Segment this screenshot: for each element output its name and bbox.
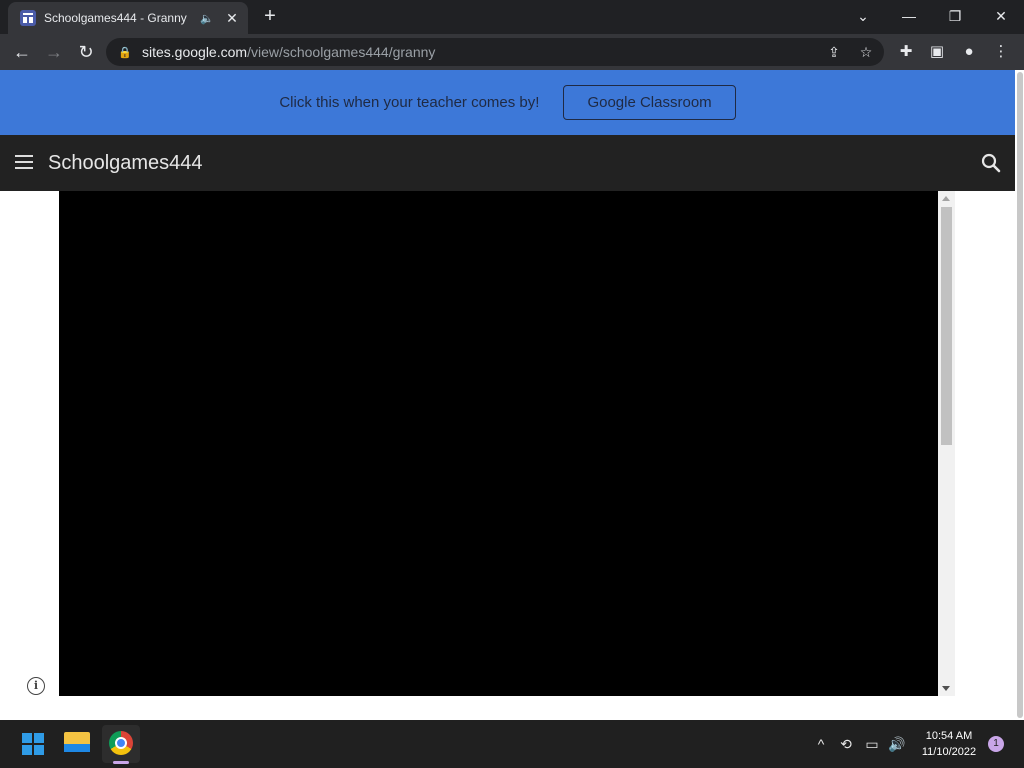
side-panel-icon[interactable]: ▣ <box>926 41 948 63</box>
game-embed[interactable] <box>59 191 938 696</box>
active-app-indicator <box>113 761 129 764</box>
sync-icon[interactable]: ⟲ <box>836 734 856 754</box>
lock-icon[interactable]: 🔒 <box>118 46 132 59</box>
volume-icon[interactable]: 🔊 <box>886 734 908 754</box>
minimize-button[interactable]: — <box>886 0 932 34</box>
chevron-up-icon[interactable]: ^ <box>812 734 830 754</box>
network-icon[interactable]: ▭ <box>862 734 882 754</box>
browser-toolbar: ← → ↻ 🔒 sites.google.com/view/schoolgame… <box>0 34 1024 70</box>
window-close-button[interactable]: ✕ <box>978 0 1024 34</box>
clock-time: 10:54 AM <box>925 730 973 742</box>
chrome-icon[interactable] <box>109 731 133 755</box>
embed-scrollbar-thumb[interactable] <box>941 207 952 445</box>
browser-tab[interactable]: Schoolgames444 - Granny 🔈 ✕ <box>8 2 248 34</box>
google-classroom-button[interactable]: Google Classroom <box>563 85 736 120</box>
page-scrollbar[interactable] <box>1015 70 1024 720</box>
scroll-down-arrow-icon[interactable] <box>942 686 950 691</box>
embed-scrollbar[interactable] <box>938 191 955 696</box>
info-icon[interactable]: i <box>27 677 45 695</box>
url-text[interactable]: sites.google.com/view/schoolgames444/gra… <box>142 44 435 60</box>
search-icon[interactable] <box>979 151 1003 175</box>
google-sites-favicon-icon <box>20 10 36 26</box>
address-bar[interactable]: 🔒 sites.google.com/view/schoolgames444/g… <box>106 38 884 66</box>
clock[interactable]: 10:54 AM 11/10/2022 <box>912 728 986 760</box>
restore-button[interactable]: ❐ <box>932 0 978 34</box>
star-icon[interactable]: ☆ <box>856 42 876 62</box>
banner-text: Click this when your teacher comes by! <box>279 94 540 111</box>
tab-search-button[interactable]: ⌄ <box>840 0 886 34</box>
banner: Click this when your teacher comes by! G… <box>0 70 1015 135</box>
site-title[interactable]: Schoolgames444 <box>48 152 203 175</box>
page-scrollbar-thumb[interactable] <box>1017 72 1023 718</box>
profile-icon[interactable]: ● <box>958 41 980 63</box>
hamburger-menu-icon[interactable] <box>15 155 33 169</box>
reload-button[interactable]: ↻ <box>72 38 100 66</box>
site-header: Schoolgames444 <box>0 135 1015 191</box>
back-button[interactable]: ← <box>8 38 36 66</box>
menu-icon[interactable]: ⋮ <box>990 41 1012 63</box>
start-icon <box>22 733 44 755</box>
clock-date: 11/10/2022 <box>921 746 977 758</box>
taskbar: ^ ⟲ ▭ 🔊 10:54 AM 11/10/2022 1 <box>0 720 1024 768</box>
page-viewport: Click this when your teacher comes by! G… <box>0 70 1024 720</box>
notification-badge[interactable]: 1 <box>988 736 1004 752</box>
extensions-icon[interactable]: ✚ <box>895 41 917 63</box>
speaker-icon[interactable]: 🔈 <box>200 12 214 25</box>
tab-strip: Schoolgames444 - Granny 🔈 ✕ + ⌄ — ❐ ✕ <box>0 0 1024 34</box>
start-button[interactable] <box>14 725 52 763</box>
tab-title: Schoolgames444 - Granny <box>44 11 187 25</box>
share-icon[interactable]: ⇪ <box>824 42 844 62</box>
forward-button[interactable]: → <box>40 38 68 66</box>
scroll-up-arrow-icon[interactable] <box>942 196 950 201</box>
new-tab-button[interactable]: + <box>258 5 282 29</box>
close-icon[interactable]: ✕ <box>224 10 240 27</box>
file-explorer-icon[interactable] <box>64 732 90 752</box>
